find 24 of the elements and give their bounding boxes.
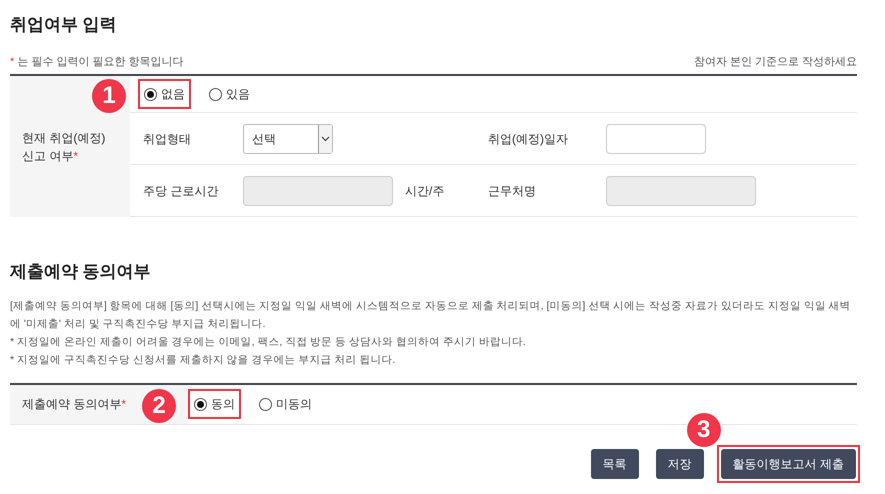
action-button[interactable]: 저장 xyxy=(656,448,704,478)
select-field[interactable]: 선택 xyxy=(243,124,333,154)
radio-option[interactable]: 없음 xyxy=(138,79,191,109)
radio-option[interactable]: 미동의 xyxy=(253,389,318,419)
notice-bullet: * 지정일에 온라인 제출이 어려울 경우에는 이메일, 팩스, 직접 방문 등 상담사와 협의하여 주시기 바랍니다. xyxy=(10,334,527,350)
field-label: 취업형태 xyxy=(143,132,191,146)
row-label: 현재 취업(예정) 신고 여부* xyxy=(22,130,106,164)
action-button[interactable]: 목록 xyxy=(590,448,639,478)
notice-text: [제출예약 동의여부] 항목에 대해 [동의] 선택시에는 지정일 익일 새벽에 시스템적으로 자동으로 제출 처리되며, [미동의] 선택 시에는 작성중 자료가 있더라도 지정일 익일 새벽에 '미제출' 처리 및 구직촉진수당 부지급 처리됩니다. xyxy=(10,298,852,332)
section-title: 제출예약 동의여부 xyxy=(10,261,152,283)
required-note: * 는 필수 입력이 필요한 항목입니다 xyxy=(10,54,184,70)
field-label: 근무처명 xyxy=(488,184,536,198)
text-field[interactable] xyxy=(606,124,706,154)
radio-option[interactable]: 동의 xyxy=(188,389,241,419)
field-label: 주당 근로시간 xyxy=(143,184,218,198)
section-title: 취업여부 입력 xyxy=(10,14,118,36)
row-label: 제출예약 동의여부* xyxy=(22,396,126,413)
radio-option[interactable]: 있음 xyxy=(203,79,256,109)
field-label: 취업(예정)일자 xyxy=(488,132,568,146)
notice-bullet: * 지정일에 구직촉진수당 신청서를 제출하지 않을 경우에는 부지급 처리 됩니다. xyxy=(10,352,396,368)
chevron-down-icon xyxy=(321,136,330,142)
action-button[interactable]: 활동이행보고서 제출 xyxy=(720,448,856,478)
unit-label: 시간/주 xyxy=(405,182,444,200)
hint-text: 참여자 본인 기준으로 작성하세요 xyxy=(694,54,857,70)
